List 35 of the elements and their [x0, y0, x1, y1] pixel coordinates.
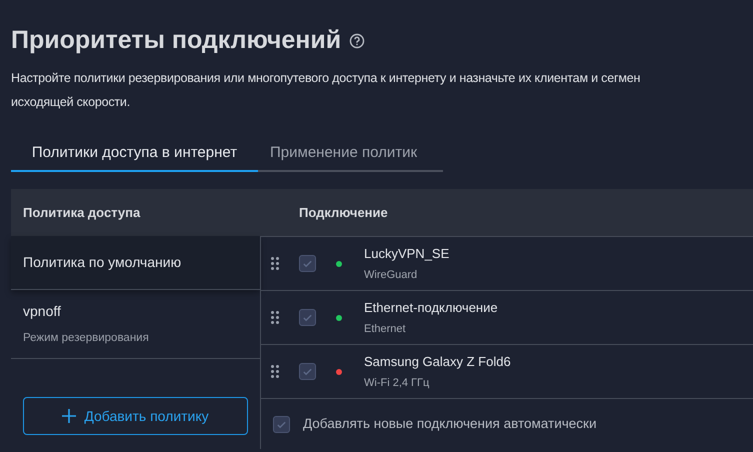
checkbox[interactable]	[273, 416, 290, 432]
column-header: Политика доступа	[22, 204, 142, 222]
policy-mode: Режим резервирования	[23, 330, 150, 346]
description-text: Настройте политики резервирования или многопутевого доступа к интернету и назначьте их клиентам и сегмен	[11, 70, 640, 87]
policy-item[interactable]: vpnoff Режим резервирования	[11, 290, 260, 359]
checkbox[interactable]	[299, 255, 316, 272]
checkmark-icon	[302, 366, 313, 377]
connection-name: Samsung Galaxy Z Fold6	[364, 353, 511, 371]
column-header: Подключение	[298, 204, 388, 222]
tab[interactable]: Применение политик	[258, 136, 430, 172]
add-policy-button[interactable]: Добавить политику	[23, 397, 248, 435]
drag-handle-icon[interactable]	[271, 365, 279, 378]
connection-type: Ethernet	[364, 322, 407, 336]
drag-handle-icon[interactable]	[271, 311, 279, 324]
connection-name: LuckyVPN_SE	[364, 245, 450, 263]
connection-row[interactable]: Ethernet-подключение Ethernet	[261, 291, 753, 345]
auto-add-label: Добавлять новые подключения автоматически	[303, 414, 596, 433]
policy-name: Политика по умолчанию	[23, 253, 182, 272]
connection-type: WireGuard	[364, 268, 418, 282]
tab[interactable]: Политики доступа в интернет	[11, 136, 258, 172]
checkmark-icon	[302, 312, 313, 323]
drag-handle-icon[interactable]	[271, 257, 279, 270]
connection-row[interactable]: LuckyVPN_SE WireGuard	[261, 237, 753, 291]
connection-name: Ethernet-подключение	[364, 299, 498, 317]
plus-icon	[62, 409, 76, 423]
help-icon[interactable]	[349, 33, 366, 49]
checkbox[interactable]	[299, 309, 316, 326]
checkmark-icon	[302, 258, 313, 269]
connection-type: Wi-Fi 2,4 ГГц	[364, 376, 430, 390]
description-text: исходящей скорости.	[11, 94, 130, 111]
policy-item[interactable]: Политика по умолчанию	[11, 236, 260, 290]
page-title: Приоритеты подключений	[11, 25, 342, 56]
checkbox[interactable]	[299, 363, 316, 380]
policy-name: vpnoff	[23, 302, 62, 321]
connection-row[interactable]: Samsung Galaxy Z Fold6 Wi-Fi 2,4 ГГц	[261, 345, 753, 399]
